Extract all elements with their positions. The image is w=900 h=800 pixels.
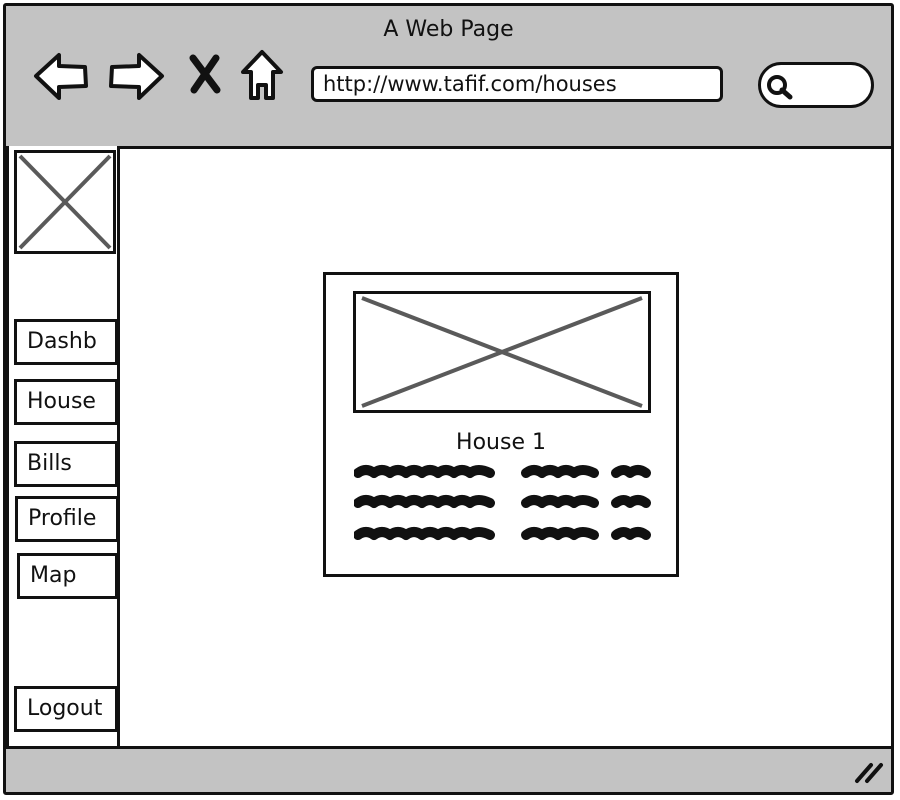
forward-arrow-icon[interactable] bbox=[106, 50, 166, 102]
sidebar-item-house[interactable]: House bbox=[14, 379, 118, 425]
sidebar-item-bills[interactable]: Bills bbox=[14, 441, 118, 487]
house-card[interactable]: House 1 bbox=[323, 272, 679, 577]
sidebar: Dashb House Bills Profile Map Logout bbox=[6, 146, 120, 746]
address-bar[interactable]: http://www.tafif.com/houses bbox=[311, 66, 723, 102]
window-title: A Web Page bbox=[383, 17, 514, 42]
status-bar bbox=[6, 746, 891, 792]
browser-titlebar: A Web Page http://www.tafif.com/houses bbox=[6, 6, 891, 149]
sidebar-item-map[interactable]: Map bbox=[17, 553, 118, 599]
logo-image-placeholder bbox=[14, 150, 116, 254]
back-arrow-icon[interactable] bbox=[32, 50, 90, 102]
resize-grip-icon[interactable] bbox=[853, 759, 885, 789]
close-x-icon[interactable] bbox=[188, 54, 222, 94]
sidebar-item-dashboard[interactable]: Dashb bbox=[14, 319, 118, 365]
search-field[interactable] bbox=[758, 62, 874, 108]
browser-window: A Web Page http://www.tafif.com/houses D… bbox=[3, 3, 894, 795]
house-card-title: House 1 bbox=[456, 430, 546, 455]
home-icon[interactable] bbox=[238, 48, 286, 104]
house-image-placeholder bbox=[353, 291, 651, 413]
sidebar-item-profile[interactable]: Profile bbox=[15, 496, 119, 542]
image-placeholder-icon bbox=[361, 296, 643, 408]
logout-button[interactable]: Logout bbox=[14, 686, 118, 732]
magnifier-icon bbox=[765, 73, 795, 105]
placeholder-text-lines bbox=[353, 463, 654, 557]
image-placeholder-icon bbox=[18, 154, 112, 250]
